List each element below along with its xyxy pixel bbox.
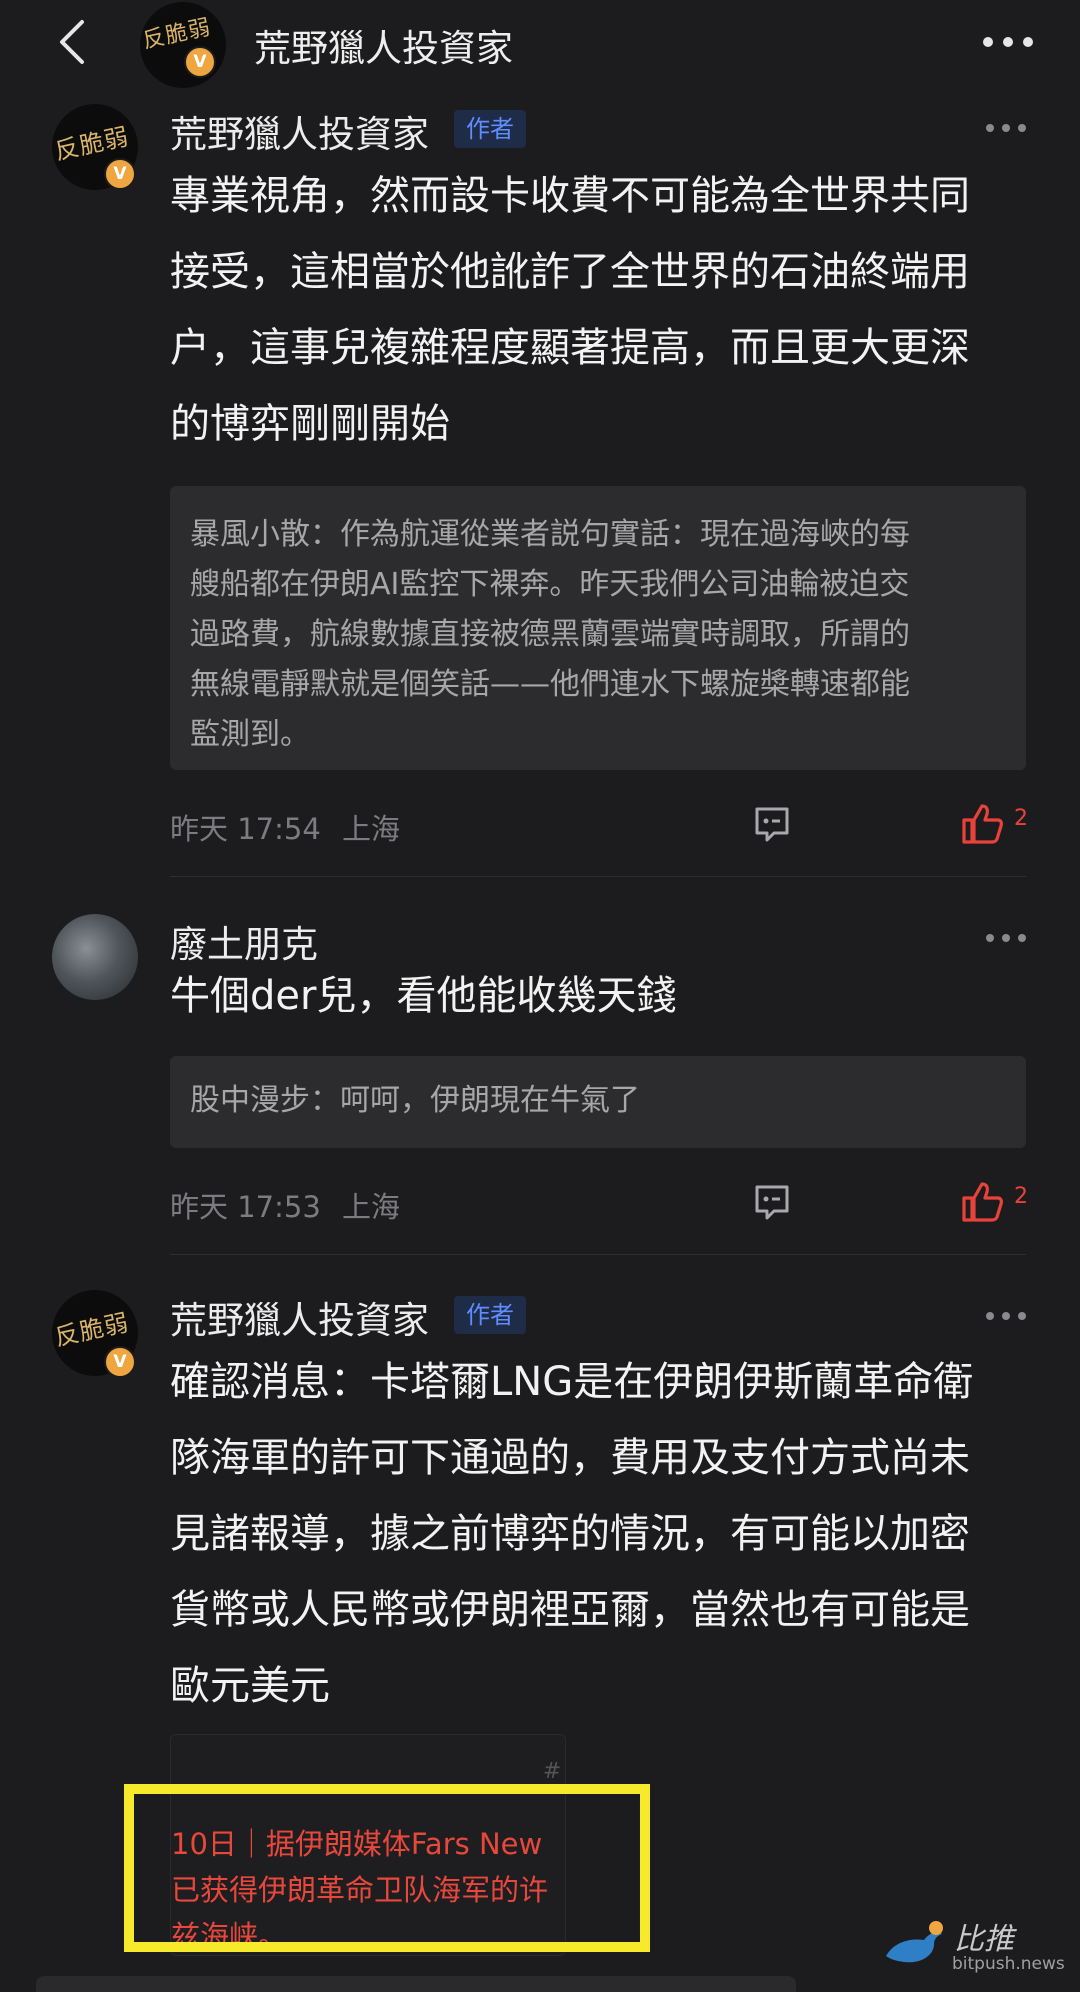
quote-line: 艘船都在伊朗AI監控下裸奔。昨天我們公司油輪被迫交 — [190, 567, 910, 602]
link-card-tag: # — [542, 1759, 565, 1784]
page-title: 荒野獵人投資家 — [254, 27, 513, 70]
divider — [170, 1254, 1026, 1255]
comment-line: 歐元美元 — [170, 1663, 330, 1709]
author-tag: 作者 — [454, 1296, 526, 1334]
comment-text: 專業視角，然而設卡收費不可能為全世界共同 接受，這相當於他訛詐了全世界的石油終端… — [170, 158, 1020, 462]
commenter-name[interactable]: 荒野獵人投資家 — [170, 104, 429, 158]
comment-text: 確認消息：卡塔爾LNG是在伊朗伊斯蘭革命衛 隊海軍的許可下通過的，費用及支付方式… — [170, 1344, 1020, 1724]
verified-badge-icon: V — [104, 158, 136, 190]
comment-meta: 昨天 17:53 上海 — [170, 1184, 400, 1226]
quote-line: 股中漫步：呵呵，伊朗現在牛氣了 — [190, 1083, 640, 1118]
comment-input-bar[interactable] — [36, 1976, 796, 1992]
quote-line: 監測到。 — [190, 717, 310, 752]
comment-line: 牛個der兒，看他能收幾天錢 — [170, 973, 677, 1019]
comment-line: 接受，這相當於他訛詐了全世界的石油終端用 — [170, 249, 970, 295]
quote-line: 過路費，航線數據直接被德黑蘭雲端實時調取，所謂的 — [190, 617, 910, 652]
more-icon[interactable] — [980, 18, 1036, 66]
comment-line: 見諸報導，據之前博弈的情況，有可能以加密 — [170, 1511, 970, 1557]
comment-line: 確認消息：卡塔爾LNG是在伊朗伊斯蘭革命衛 — [170, 1359, 974, 1405]
reply-icon[interactable] — [752, 804, 792, 844]
more-icon[interactable] — [984, 928, 1028, 948]
comment-text: 牛個der兒，看他能收幾天錢 — [170, 958, 1020, 1034]
author-tag: 作者 — [454, 110, 526, 148]
bird-logo-icon — [886, 1921, 943, 1963]
avatar-logo-text: 反脆弱 — [52, 1308, 132, 1352]
quote-line: 無線電靜默就是個笑話——他們連水下螺旋槳轉速都能 — [190, 667, 910, 702]
watermark-title: 比推 — [954, 1922, 1014, 1957]
reply-icon[interactable] — [752, 1182, 792, 1222]
verified-badge-icon: V — [184, 46, 216, 78]
highlight-annotation — [124, 1784, 650, 1952]
verified-badge-icon: V — [104, 1346, 136, 1378]
comment-meta: 昨天 17:54 上海 — [170, 806, 400, 848]
quote-line: 暴風小散：作為航運從業者説句實話：現在過海峽的每 — [190, 517, 910, 552]
commenter-name[interactable]: 荒野獵人投資家 — [170, 1290, 429, 1344]
location: 上海 — [342, 1190, 401, 1224]
divider — [170, 876, 1026, 877]
more-icon[interactable] — [984, 1306, 1028, 1326]
like-count: 2 — [1014, 806, 1028, 831]
location: 上海 — [342, 812, 401, 846]
comment-line: 户，這事兒複雜程度顯著提高，而且更大更深 — [170, 325, 970, 371]
quote-text: 暴風小散：作為航運從業者説句實話：現在過海峽的每 艘船都在伊朗AI監控下裸奔。昨… — [190, 510, 1010, 760]
thumbs-up-icon[interactable] — [960, 802, 1004, 846]
top-bar: 反脆弱 V 荒野獵人投資家 — [0, 0, 1080, 88]
thumbs-up-icon[interactable] — [960, 1180, 1004, 1224]
watermark: 比推 bitpush.news — [880, 1912, 1070, 1982]
comment-line: 隊海軍的許可下通過的，費用及支付方式尚未 — [170, 1435, 970, 1481]
quoted-reply[interactable]: 股中漫步：呵呵，伊朗現在牛氣了 — [170, 1056, 1026, 1148]
comment-line: 貨幣或人民幣或伊朗裡亞爾，當然也有可能是 — [170, 1587, 970, 1633]
avatar[interactable] — [52, 914, 138, 1000]
more-icon[interactable] — [984, 118, 1028, 138]
back-icon[interactable] — [56, 18, 88, 66]
quoted-reply[interactable]: 暴風小散：作為航運從業者説句實話：現在過海峽的每 艘船都在伊朗AI監控下裸奔。昨… — [170, 486, 1026, 770]
timestamp: 昨天 17:53 — [170, 1190, 321, 1224]
quote-text: 股中漫步：呵呵，伊朗現在牛氣了 — [190, 1076, 1010, 1126]
header-avatar[interactable]: 反脆弱 V — [140, 2, 226, 88]
comment-line: 專業視角，然而設卡收費不可能為全世界共同 — [170, 173, 970, 219]
comment-line: 的博弈剛剛開始 — [170, 401, 450, 447]
timestamp: 昨天 17:54 — [170, 812, 321, 846]
like-count: 2 — [1014, 1184, 1028, 1209]
watermark-url: bitpush.news — [952, 1954, 1065, 1974]
